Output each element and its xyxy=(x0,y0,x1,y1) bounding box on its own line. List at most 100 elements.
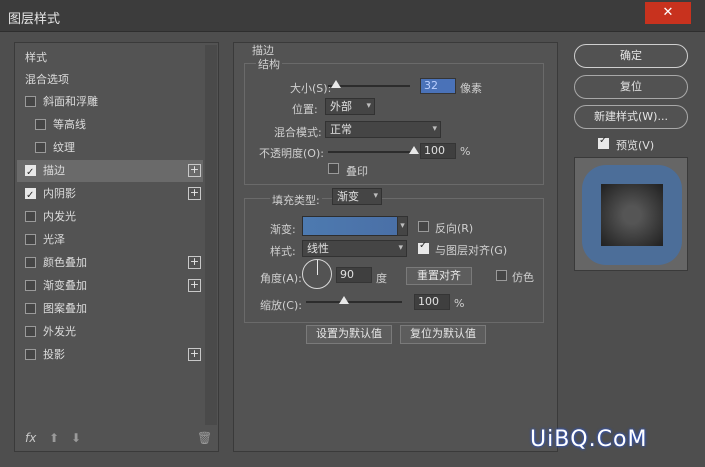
checkbox[interactable] xyxy=(35,142,46,153)
preview-checkbox[interactable] xyxy=(598,135,609,149)
watermark: UiBQ.CoM xyxy=(530,427,648,452)
sidebar-item-texture[interactable]: 纹理 xyxy=(17,137,203,159)
checkbox[interactable] xyxy=(25,349,36,360)
sidebar-item-label: 渐变叠加 xyxy=(43,279,87,292)
sidebar-item-satin[interactable]: 光泽 xyxy=(17,229,203,251)
reset-align-button[interactable]: 重置对齐 xyxy=(406,267,472,285)
sidebar-item-blending-options[interactable]: 混合选项 xyxy=(17,69,203,91)
add-icon[interactable]: + xyxy=(188,187,201,200)
trash-icon[interactable]: 🗑 xyxy=(197,431,212,445)
chevron-down-icon[interactable]: ▾ xyxy=(397,216,408,236)
chevron-down-icon: ▾ xyxy=(398,243,403,253)
structure-label: 结构 xyxy=(256,56,282,72)
size-label: 大小(S): xyxy=(290,82,332,95)
fx-icon[interactable]: fx xyxy=(25,431,36,445)
position-value: 外部 xyxy=(330,100,352,113)
checkbox[interactable] xyxy=(35,119,46,130)
sidebar-item-label: 外发光 xyxy=(43,325,76,338)
checkbox[interactable] xyxy=(25,211,36,222)
sidebar-item-color-overlay[interactable]: 颜色叠加 + xyxy=(17,252,203,274)
scale-label: 缩放(C): xyxy=(260,299,302,312)
overprint-checkbox[interactable] xyxy=(328,163,339,174)
add-icon[interactable]: + xyxy=(188,164,201,177)
scale-slider[interactable] xyxy=(306,296,402,304)
title-bar: 图层样式 ✕ xyxy=(0,0,705,32)
blend-mode-select[interactable]: 正常 ▾ xyxy=(325,121,441,138)
opacity-label: 不透明度(O): xyxy=(259,147,324,160)
move-up-icon[interactable]: ⬆ xyxy=(49,431,59,445)
window-title: 图层样式 xyxy=(8,12,61,27)
style-select[interactable]: 线性 ▾ xyxy=(302,240,407,257)
fill-type-label: 填充类型: xyxy=(270,192,322,208)
gradient-swatch[interactable] xyxy=(302,216,406,236)
reset-button[interactable]: 复位 xyxy=(574,75,688,99)
styles-header[interactable]: 样式 xyxy=(17,47,203,69)
size-input[interactable]: 32 xyxy=(420,78,456,94)
add-icon[interactable]: + xyxy=(188,256,201,269)
checkbox[interactable] xyxy=(25,280,36,291)
size-unit: 像素 xyxy=(460,82,482,95)
sidebar-item-pattern-overlay[interactable]: 图案叠加 xyxy=(17,298,203,320)
move-down-icon[interactable]: ⬇ xyxy=(71,431,81,445)
checkbox[interactable] xyxy=(25,326,36,337)
sidebar-item-label: 混合选项 xyxy=(25,73,69,86)
add-icon[interactable]: + xyxy=(188,279,201,292)
sidebar-item-label: 内发光 xyxy=(43,210,76,223)
checkbox[interactable] xyxy=(25,234,36,245)
scrollbar[interactable] xyxy=(205,45,217,425)
opacity-unit: % xyxy=(460,145,471,158)
sidebar-item-label: 光泽 xyxy=(43,233,65,246)
sidebar-item-stroke[interactable]: 描边 + xyxy=(17,160,203,184)
reverse-label: 反向(R) xyxy=(435,222,474,235)
sidebar-item-label: 颜色叠加 xyxy=(43,256,87,269)
checkbox[interactable] xyxy=(25,303,36,314)
sidebar-item-gradient-overlay[interactable]: 渐变叠加 + xyxy=(17,275,203,297)
blend-mode-label: 混合模式: xyxy=(274,126,322,139)
ok-button[interactable]: 确定 xyxy=(574,44,688,68)
sidebar-item-inner-shadow[interactable]: 内阴影 + xyxy=(17,183,203,207)
scale-input[interactable]: 100 xyxy=(414,294,450,310)
sidebar-item-label: 斜面和浮雕 xyxy=(43,95,98,108)
opacity-input[interactable]: 100 xyxy=(420,143,456,159)
angle-input[interactable]: 90 xyxy=(336,267,372,283)
checkbox[interactable] xyxy=(25,257,36,268)
chevron-down-icon: ▾ xyxy=(373,191,378,201)
sidebar-item-bevel-emboss[interactable]: 斜面和浮雕 xyxy=(17,91,203,113)
sidebar-item-label: 内阴影 xyxy=(43,187,76,200)
opacity-slider[interactable] xyxy=(328,146,419,154)
align-layer-label: 与图层对齐(G) xyxy=(435,244,508,257)
overprint-label: 叠印 xyxy=(346,165,368,178)
position-select[interactable]: 外部 ▾ xyxy=(325,98,375,115)
position-label: 位置: xyxy=(292,103,318,116)
size-slider[interactable] xyxy=(328,80,410,88)
reverse-checkbox[interactable] xyxy=(418,221,429,232)
sidebar-item-contour[interactable]: 等高线 xyxy=(17,114,203,136)
size-slider-thumb[interactable] xyxy=(331,80,342,88)
sidebar-item-drop-shadow[interactable]: 投影 + xyxy=(17,344,203,366)
checkbox[interactable] xyxy=(25,96,36,107)
checkbox[interactable] xyxy=(25,185,36,207)
angle-unit: 度 xyxy=(376,272,387,285)
make-default-button[interactable]: 设置为默认值 xyxy=(306,325,392,344)
preview-label: 预览(V) xyxy=(616,139,655,152)
scale-slider-thumb[interactable] xyxy=(339,296,350,304)
fill-type-select[interactable]: 渐变 ▾ xyxy=(332,188,382,205)
close-button[interactable]: ✕ xyxy=(645,2,691,24)
align-layer-checkbox[interactable] xyxy=(418,240,429,254)
angle-label: 角度(A): xyxy=(260,272,302,285)
reset-default-button[interactable]: 复位为默认值 xyxy=(400,325,486,344)
add-icon[interactable]: + xyxy=(188,348,201,361)
opacity-slider-thumb[interactable] xyxy=(409,146,419,154)
styles-footer: fx ⬆ ⬇ 🗑 xyxy=(15,427,218,451)
checkbox[interactable] xyxy=(25,162,36,184)
stroke-panel: 描边 结构 大小(S): 32 像素 位置: 外部 ▾ 混合模式: 正常 ▾ 不透明… xyxy=(233,42,558,452)
chevron-down-icon: ▾ xyxy=(432,124,437,134)
dither-checkbox[interactable] xyxy=(496,270,507,281)
sidebar-item-label: 描边 xyxy=(43,164,65,177)
angle-dial[interactable] xyxy=(302,259,332,289)
style-value: 线性 xyxy=(307,242,329,255)
new-style-button[interactable]: 新建样式(W)... xyxy=(574,105,688,129)
fill-type-value: 渐变 xyxy=(337,190,359,203)
sidebar-item-inner-glow[interactable]: 内发光 xyxy=(17,206,203,228)
sidebar-item-outer-glow[interactable]: 外发光 xyxy=(17,321,203,343)
